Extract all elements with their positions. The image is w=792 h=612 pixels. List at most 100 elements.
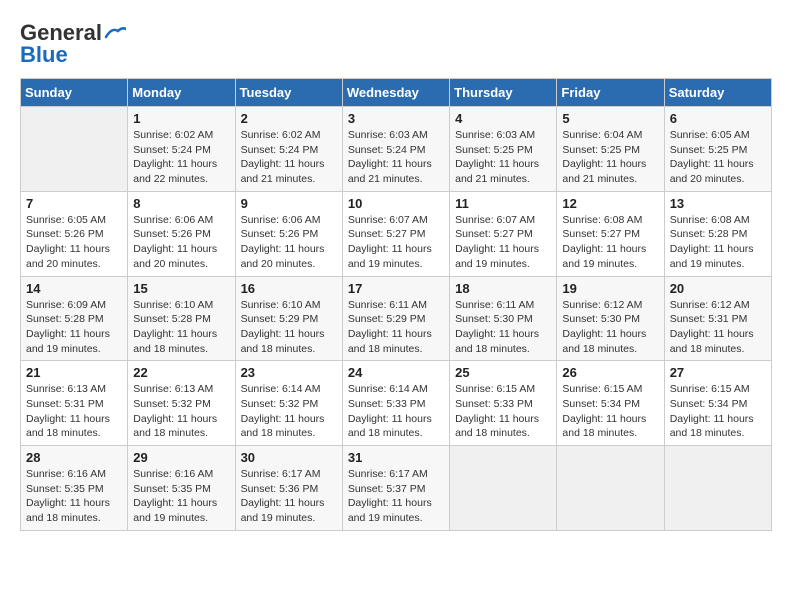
day-number: 28 [26,450,122,465]
day-info: Sunrise: 6:15 AM Sunset: 5:34 PM Dayligh… [670,382,766,441]
day-number: 23 [241,365,337,380]
day-info: Sunrise: 6:15 AM Sunset: 5:33 PM Dayligh… [455,382,551,441]
calendar-cell: 23Sunrise: 6:14 AM Sunset: 5:32 PM Dayli… [235,361,342,446]
day-number: 8 [133,196,229,211]
calendar-cell: 7 Sunrise: 6:05 AM Sunset: 5:26 PM Daylig… [21,191,128,276]
calendar-cell: 27 Sunrise: 6:15 AM Sunset: 5:34 PM Dayli… [664,361,771,446]
calendar-cell: 11 Sunrise: 6:07 AM Sunset: 5:27 PM Dayli… [450,191,557,276]
calendar-header: SundayMondayTuesdayWednesdayThursdayFrid… [21,79,772,107]
weekday-header-monday: Monday [128,79,235,107]
calendar-cell: 18 Sunrise: 6:11 AM Sunset: 5:30 PM Dayli… [450,276,557,361]
weekday-header-friday: Friday [557,79,664,107]
day-info: Sunrise: 6:17 AM Sunset: 5:37 PM Dayligh… [348,467,444,526]
day-info: Sunrise: 6:06 AM Sunset: 5:26 PM Dayligh… [241,213,337,272]
day-number: 11 [455,196,551,211]
calendar-week-5: 28 Sunrise: 6:16 AM Sunset: 5:35 PM Dayli… [21,446,772,531]
calendar-cell: 29 Sunrise: 6:16 AM Sunset: 5:35 PM Dayli… [128,446,235,531]
day-info: Sunrise: 6:12 AM Sunset: 5:30 PM Dayligh… [562,298,658,357]
day-info: Sunrise: 6:15 AM Sunset: 5:34 PM Dayligh… [562,382,658,441]
day-number: 29 [133,450,229,465]
calendar-cell: 28 Sunrise: 6:16 AM Sunset: 5:35 PM Dayli… [21,446,128,531]
day-number: 4 [455,111,551,126]
day-info: Sunrise: 6:09 AM Sunset: 5:28 PM Dayligh… [26,298,122,357]
day-number: 14 [26,281,122,296]
day-info: Sunrise: 6:03 AM Sunset: 5:25 PM Dayligh… [455,128,551,187]
day-number: 16 [241,281,337,296]
calendar-cell: 19 Sunrise: 6:12 AM Sunset: 5:30 PM Dayli… [557,276,664,361]
day-number: 7 [26,196,122,211]
day-number: 5 [562,111,658,126]
day-number: 31 [348,450,444,465]
day-number: 17 [348,281,444,296]
day-info: Sunrise: 6:11 AM Sunset: 5:30 PM Dayligh… [455,298,551,357]
day-number: 24 [348,365,444,380]
day-info: Sunrise: 6:05 AM Sunset: 5:26 PM Dayligh… [26,213,122,272]
calendar-cell: 15 Sunrise: 6:10 AM Sunset: 5:28 PM Dayli… [128,276,235,361]
calendar-cell: 16 Sunrise: 6:10 AM Sunset: 5:29 PM Dayli… [235,276,342,361]
day-info: Sunrise: 6:13 AM Sunset: 5:32 PM Dayligh… [133,382,229,441]
calendar-cell: 24 Sunrise: 6:14 AM Sunset: 5:33 PM Dayli… [342,361,449,446]
day-info: Sunrise: 6:14 AM Sunset: 5:33 PM Dayligh… [348,382,444,441]
logo-blue: Blue [20,42,68,68]
day-number: 13 [670,196,766,211]
day-number: 30 [241,450,337,465]
logo: General Blue [20,20,126,68]
day-info: Sunrise: 6:06 AM Sunset: 5:26 PM Dayligh… [133,213,229,272]
calendar-cell: 21Sunrise: 6:13 AM Sunset: 5:31 PM Dayli… [21,361,128,446]
day-info: Sunrise: 6:10 AM Sunset: 5:29 PM Dayligh… [241,298,337,357]
day-info: Sunrise: 6:08 AM Sunset: 5:28 PM Dayligh… [670,213,766,272]
day-info: Sunrise: 6:07 AM Sunset: 5:27 PM Dayligh… [455,213,551,272]
day-info: Sunrise: 6:05 AM Sunset: 5:25 PM Dayligh… [670,128,766,187]
weekday-row: SundayMondayTuesdayWednesdayThursdayFrid… [21,79,772,107]
calendar-cell: 6 Sunrise: 6:05 AM Sunset: 5:25 PM Daylig… [664,107,771,192]
calendar-cell: 4 Sunrise: 6:03 AM Sunset: 5:25 PM Daylig… [450,107,557,192]
day-info: Sunrise: 6:07 AM Sunset: 5:27 PM Dayligh… [348,213,444,272]
calendar-week-4: 21Sunrise: 6:13 AM Sunset: 5:31 PM Dayli… [21,361,772,446]
calendar-cell: 8 Sunrise: 6:06 AM Sunset: 5:26 PM Daylig… [128,191,235,276]
day-info: Sunrise: 6:17 AM Sunset: 5:36 PM Dayligh… [241,467,337,526]
day-number: 1 [133,111,229,126]
day-info: Sunrise: 6:04 AM Sunset: 5:25 PM Dayligh… [562,128,658,187]
calendar-cell: 14 Sunrise: 6:09 AM Sunset: 5:28 PM Dayli… [21,276,128,361]
day-number: 6 [670,111,766,126]
day-info: Sunrise: 6:08 AM Sunset: 5:27 PM Dayligh… [562,213,658,272]
calendar-week-2: 7 Sunrise: 6:05 AM Sunset: 5:26 PM Daylig… [21,191,772,276]
calendar-week-3: 14 Sunrise: 6:09 AM Sunset: 5:28 PM Dayli… [21,276,772,361]
calendar-cell: 2Sunrise: 6:02 AM Sunset: 5:24 PM Daylig… [235,107,342,192]
day-number: 18 [455,281,551,296]
calendar-cell [664,446,771,531]
calendar-cell: 13 Sunrise: 6:08 AM Sunset: 5:28 PM Dayli… [664,191,771,276]
day-number: 3 [348,111,444,126]
calendar-cell: 22 Sunrise: 6:13 AM Sunset: 5:32 PM Dayli… [128,361,235,446]
day-number: 22 [133,365,229,380]
weekday-header-wednesday: Wednesday [342,79,449,107]
calendar-cell: 17Sunrise: 6:11 AM Sunset: 5:29 PM Dayli… [342,276,449,361]
day-number: 2 [241,111,337,126]
calendar-cell: 1 Sunrise: 6:02 AM Sunset: 5:24 PM Daylig… [128,107,235,192]
day-number: 19 [562,281,658,296]
weekday-header-thursday: Thursday [450,79,557,107]
calendar-cell: 12Sunrise: 6:08 AM Sunset: 5:27 PM Dayli… [557,191,664,276]
day-number: 20 [670,281,766,296]
day-info: Sunrise: 6:10 AM Sunset: 5:28 PM Dayligh… [133,298,229,357]
day-info: Sunrise: 6:16 AM Sunset: 5:35 PM Dayligh… [26,467,122,526]
day-info: Sunrise: 6:03 AM Sunset: 5:24 PM Dayligh… [348,128,444,187]
calendar-table: SundayMondayTuesdayWednesdayThursdayFrid… [20,78,772,531]
calendar-cell [21,107,128,192]
day-info: Sunrise: 6:02 AM Sunset: 5:24 PM Dayligh… [133,128,229,187]
day-number: 10 [348,196,444,211]
weekday-header-tuesday: Tuesday [235,79,342,107]
calendar-cell: 9 Sunrise: 6:06 AM Sunset: 5:26 PM Daylig… [235,191,342,276]
day-number: 9 [241,196,337,211]
day-number: 27 [670,365,766,380]
day-number: 15 [133,281,229,296]
calendar-cell: 25Sunrise: 6:15 AM Sunset: 5:33 PM Dayli… [450,361,557,446]
weekday-header-saturday: Saturday [664,79,771,107]
day-info: Sunrise: 6:16 AM Sunset: 5:35 PM Dayligh… [133,467,229,526]
day-info: Sunrise: 6:13 AM Sunset: 5:31 PM Dayligh… [26,382,122,441]
calendar-cell: 30 Sunrise: 6:17 AM Sunset: 5:36 PM Dayli… [235,446,342,531]
calendar-cell: 10 Sunrise: 6:07 AM Sunset: 5:27 PM Dayli… [342,191,449,276]
calendar-cell: 5 Sunrise: 6:04 AM Sunset: 5:25 PM Daylig… [557,107,664,192]
weekday-header-sunday: Sunday [21,79,128,107]
day-number: 26 [562,365,658,380]
